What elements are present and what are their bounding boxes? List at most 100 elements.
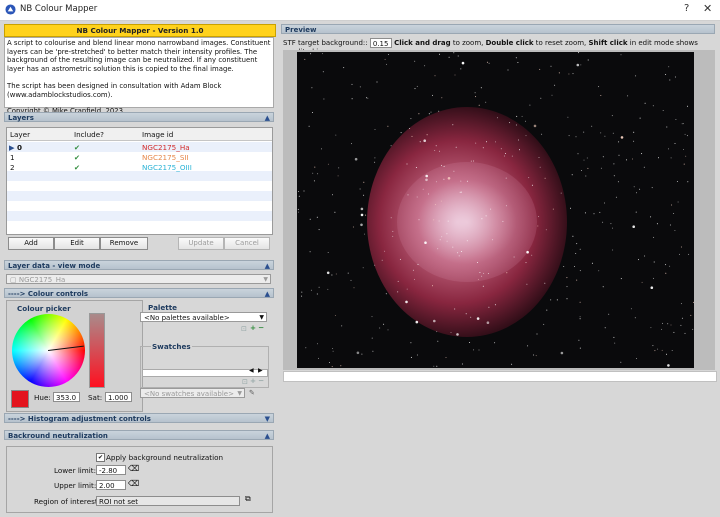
star — [301, 291, 303, 293]
star — [670, 157, 672, 159]
include-check-icon[interactable]: ✔ — [74, 163, 80, 172]
add-button[interactable]: Add — [8, 237, 54, 250]
scroll-left-icon[interactable]: ◀ — [249, 367, 254, 374]
upper-limit-input[interactable]: 2.00 — [96, 480, 126, 490]
star — [533, 124, 537, 128]
collapse-up-icon[interactable]: ▲ — [265, 113, 270, 123]
preview-image[interactable] — [297, 52, 694, 368]
edit-button[interactable]: Edit — [54, 237, 100, 250]
star — [612, 249, 614, 251]
star — [525, 120, 526, 122]
colour-wheel[interactable] — [12, 314, 85, 387]
table-row[interactable]: ▶ 0 ✔ NGC2175_Ha — [7, 142, 272, 152]
star — [579, 270, 581, 272]
star — [503, 155, 505, 157]
star — [329, 362, 330, 363]
star — [473, 160, 475, 162]
remove-swatch-icon[interactable]: − — [258, 376, 264, 385]
star — [662, 322, 663, 324]
collapse-up-icon[interactable]: ▲ — [265, 431, 270, 441]
palette-options-icon[interactable]: ⊡ — [241, 324, 247, 333]
star — [681, 123, 683, 125]
star — [673, 213, 675, 214]
preview-section-header[interactable]: Preview — [281, 24, 715, 34]
background-section-header[interactable]: Backround neutralization ▲ — [4, 430, 274, 440]
collapse-up-icon[interactable]: ▲ — [265, 289, 270, 299]
star — [460, 68, 462, 70]
set-roi-icon[interactable]: ⧉ — [245, 494, 251, 504]
star — [620, 361, 622, 363]
collapse-up-icon[interactable]: ▲ — [265, 261, 270, 271]
reset-upper-icon[interactable]: ⌫ — [128, 479, 139, 488]
apply-background-checkbox[interactable]: ✔ — [96, 453, 105, 462]
star — [313, 180, 315, 182]
star — [639, 188, 641, 190]
lower-limit-input[interactable]: -2.80 — [96, 465, 126, 475]
star — [312, 112, 313, 113]
remove-palette-icon[interactable]: − — [258, 323, 264, 332]
star — [507, 69, 509, 71]
table-row[interactable]: 2 ✔ NGC2175_OIII — [7, 162, 272, 172]
star — [639, 117, 641, 119]
edit-swatch-icon[interactable]: ✎ — [249, 388, 255, 397]
star — [423, 139, 426, 142]
layers-table[interactable]: Layer Include? Image id ▶ 0 ✔ NGC2175_Ha… — [6, 127, 273, 235]
star — [492, 239, 494, 241]
star — [428, 193, 430, 195]
hint-shift-click: Shift click — [588, 39, 628, 47]
add-swatch-icon[interactable]: + — [250, 376, 256, 385]
stf-target-input[interactable]: 0.15 — [369, 38, 392, 48]
help-icon[interactable]: ? — [684, 3, 689, 14]
column-header-image-id[interactable]: Image id — [142, 130, 173, 139]
star — [432, 94, 433, 96]
star — [618, 141, 620, 143]
star — [554, 84, 556, 86]
scroll-right-icon[interactable]: ▶ — [258, 367, 263, 374]
star — [405, 300, 408, 304]
column-header-layer[interactable]: Layer — [10, 130, 30, 139]
palette-select[interactable]: <No palettes available> ▼ — [140, 312, 267, 322]
expand-down-icon[interactable]: ▼ — [265, 414, 270, 424]
star — [675, 119, 677, 120]
hue-input[interactable]: 353.0 — [53, 392, 80, 402]
column-header-include[interactable]: Include? — [74, 130, 104, 139]
swatches-select[interactable]: <No swatches available> ▼ — [140, 388, 245, 398]
sat-input[interactable]: 1.000 — [105, 392, 132, 402]
reset-lower-icon[interactable]: ⌫ — [128, 464, 139, 473]
histogram-section-header[interactable]: ----> Histogram adjustment controls ▼ — [4, 413, 274, 423]
include-check-icon[interactable]: ✔ — [74, 143, 80, 152]
star — [374, 129, 376, 130]
saturation-slider[interactable] — [89, 313, 105, 388]
star — [626, 159, 627, 161]
add-palette-icon[interactable]: + — [250, 323, 256, 332]
star — [600, 167, 602, 169]
table-row[interactable]: 1 ✔ NGC2175_SII — [7, 152, 272, 162]
preview-horizontal-scrollbar[interactable] — [283, 371, 717, 382]
star — [541, 133, 543, 135]
star — [337, 175, 339, 177]
star — [475, 142, 477, 144]
layers-section-header[interactable]: Layers ▲ — [4, 112, 274, 122]
colour-controls-section-header[interactable]: ----> Colour controls ▲ — [4, 288, 274, 298]
include-check-icon[interactable]: ✔ — [74, 153, 80, 162]
layer-image-select[interactable]: ▢ NGC2175_Ha ▼ — [6, 274, 271, 284]
star — [679, 253, 680, 255]
close-icon[interactable]: ✕ — [703, 2, 712, 15]
swatch-options-icon[interactable]: ⊡ — [242, 377, 248, 386]
star — [437, 340, 439, 342]
star — [477, 262, 478, 263]
star — [311, 87, 313, 89]
star — [477, 278, 479, 280]
star — [465, 313, 467, 315]
star — [371, 316, 373, 318]
update-button[interactable]: Update — [178, 237, 224, 250]
star — [435, 181, 437, 183]
hue-label: Hue: — [34, 393, 51, 402]
star — [666, 353, 667, 355]
layer-data-section-header[interactable]: Layer data - view mode ▲ — [4, 260, 274, 270]
cancel-button[interactable]: Cancel — [224, 237, 270, 250]
remove-button[interactable]: Remove — [100, 237, 148, 250]
star — [577, 153, 579, 155]
star — [452, 246, 454, 248]
apply-background-label[interactable]: Apply background neutralization — [106, 453, 223, 462]
